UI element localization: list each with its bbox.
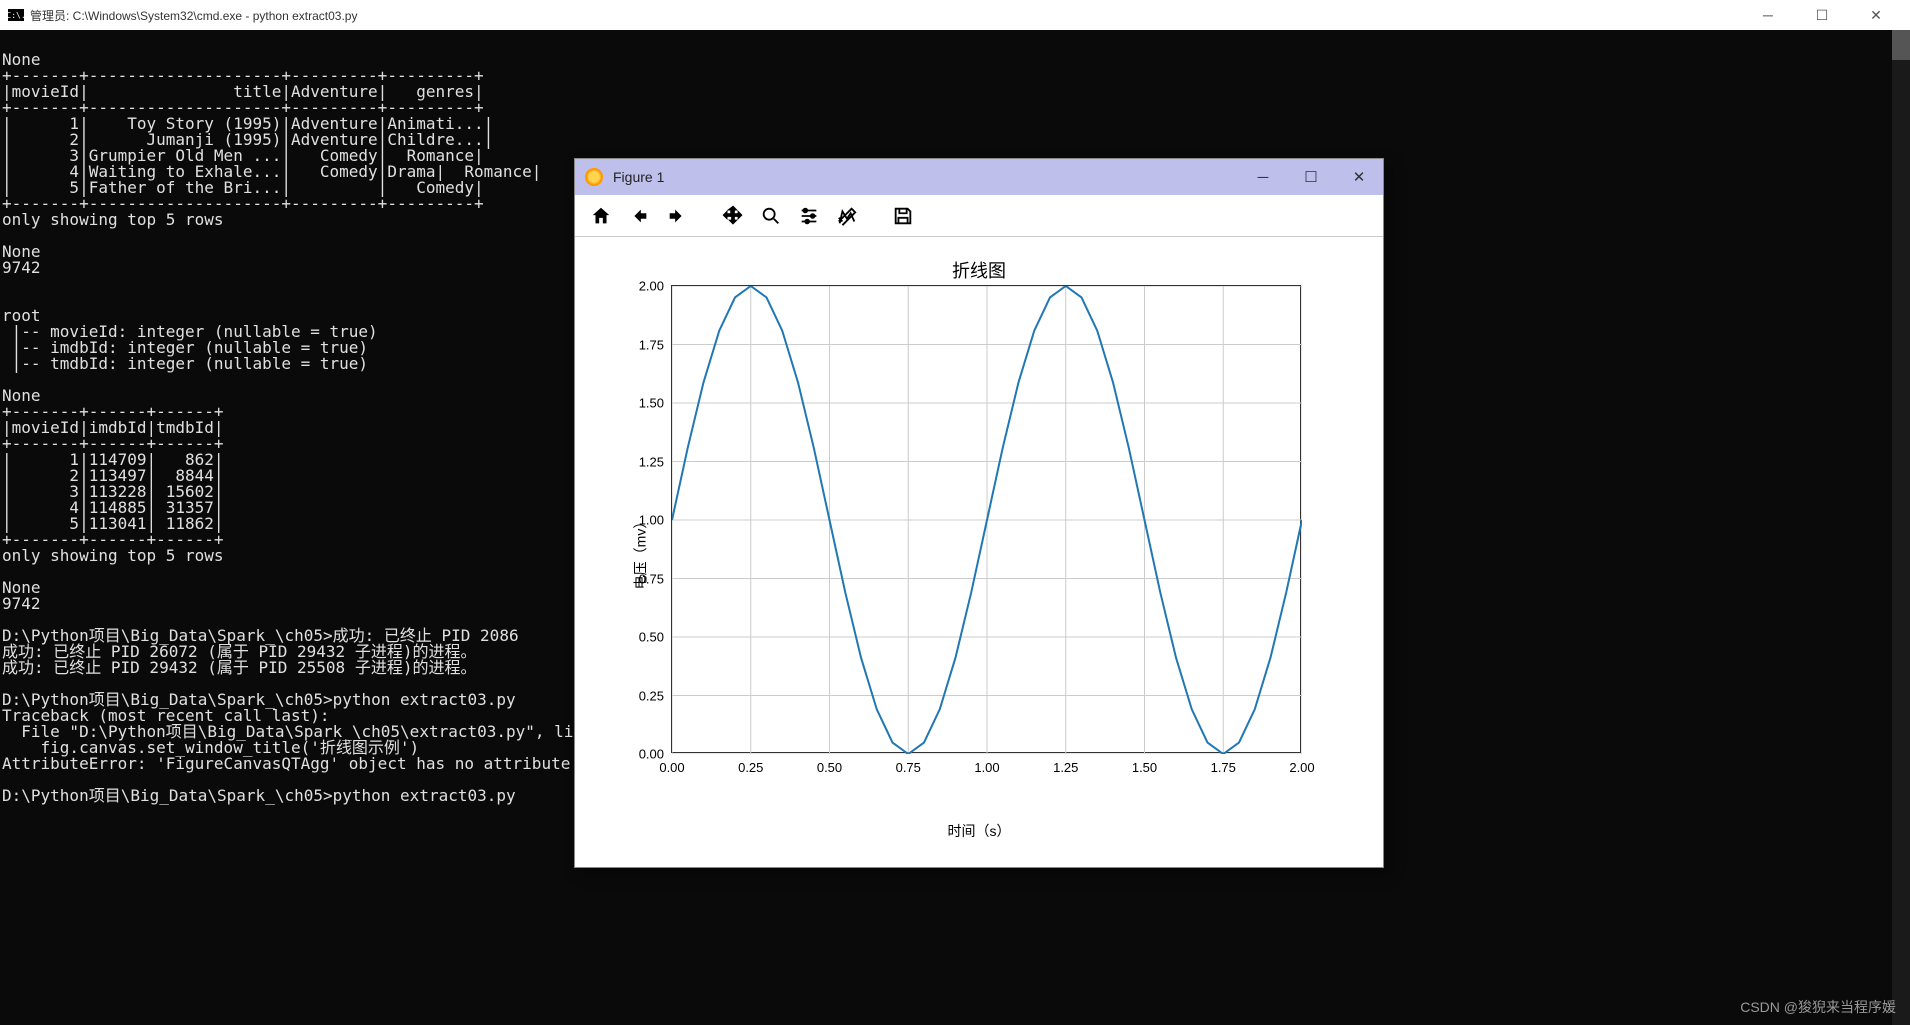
y-tick-label: 1.25 <box>639 454 664 469</box>
scrollbar[interactable] <box>1892 30 1910 1025</box>
figure-window-title: Figure 1 <box>613 169 664 185</box>
x-tick-label: 0.25 <box>738 760 763 775</box>
chart-axes: 0.000.250.500.751.001.251.501.752.00 0.0… <box>671 285 1301 753</box>
home-icon[interactable] <box>585 200 617 232</box>
x-tick-label: 2.00 <box>1289 760 1314 775</box>
zoom-icon[interactable] <box>755 200 787 232</box>
chart-title: 折线图 <box>575 257 1383 283</box>
forward-icon[interactable] <box>661 200 693 232</box>
x-tick-label: 1.25 <box>1053 760 1078 775</box>
figure-window-controls: ─ ☐ ✕ <box>1239 159 1383 195</box>
configure-icon[interactable] <box>793 200 825 232</box>
watermark-text: CSDN @狻猊来当程序媛 <box>1740 997 1896 1017</box>
x-tick-label: 0.00 <box>659 760 684 775</box>
y-tick-label: 2.00 <box>639 279 664 294</box>
figure-close-button[interactable]: ✕ <box>1335 159 1383 195</box>
window-controls: ─ ☐ ✕ <box>1750 7 1902 24</box>
chart-svg <box>672 286 1302 754</box>
x-axis-label: 时间（s） <box>575 821 1383 841</box>
matplotlib-figure-window: Figure 1 ─ ☐ ✕ 折线图 电压（mv） 时间（s） 0.000.25… <box>574 158 1384 868</box>
window-titlebar: C:\. 管理员: C:\Windows\System32\cmd.exe - … <box>0 0 1910 30</box>
scrollbar-thumb[interactable] <box>1892 30 1910 60</box>
back-icon[interactable] <box>623 200 655 232</box>
y-tick-label: 1.50 <box>639 396 664 411</box>
matplotlib-toolbar <box>575 195 1383 237</box>
close-button[interactable]: ✕ <box>1858 7 1894 24</box>
x-tick-label: 1.50 <box>1132 760 1157 775</box>
cmd-icon: C:\. <box>8 9 24 21</box>
y-tick-label: 0.50 <box>639 630 664 645</box>
y-tick-label: 1.00 <box>639 513 664 528</box>
x-tick-label: 0.75 <box>896 760 921 775</box>
x-tick-label: 1.75 <box>1211 760 1236 775</box>
y-tick-label: 0.25 <box>639 688 664 703</box>
x-tick-label: 0.50 <box>817 760 842 775</box>
figure-minimize-button[interactable]: ─ <box>1239 159 1287 195</box>
minimize-button[interactable]: ─ <box>1750 7 1786 24</box>
matplotlib-icon <box>585 168 603 186</box>
figure-maximize-button[interactable]: ☐ <box>1287 159 1335 195</box>
edit-icon[interactable] <box>831 200 863 232</box>
x-tick-label: 1.00 <box>974 760 999 775</box>
window-title: 管理员: C:\Windows\System32\cmd.exe - pytho… <box>30 7 357 24</box>
figure-titlebar[interactable]: Figure 1 ─ ☐ ✕ <box>575 159 1383 195</box>
save-icon[interactable] <box>887 200 919 232</box>
y-tick-label: 1.75 <box>639 337 664 352</box>
y-tick-label: 0.75 <box>639 571 664 586</box>
maximize-button[interactable]: ☐ <box>1804 7 1840 24</box>
plot-area[interactable]: 折线图 电压（mv） 时间（s） 0.000.250.500.751.001.2… <box>575 237 1383 867</box>
pan-icon[interactable] <box>717 200 749 232</box>
